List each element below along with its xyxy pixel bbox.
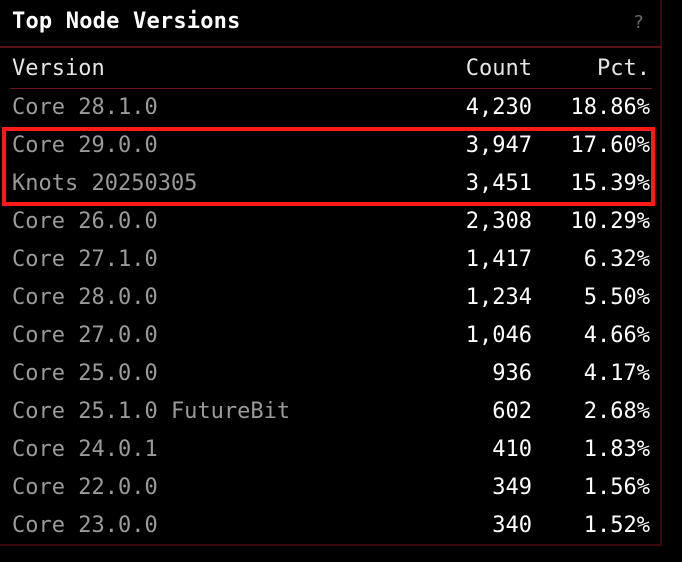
- count-cell: 4,230: [465, 95, 532, 120]
- version-cell: Core 27.0.0: [12, 323, 158, 348]
- count-cell: 602: [492, 399, 532, 424]
- column-header-count[interactable]: Count: [412, 50, 532, 89]
- panel-header: Top Node Versions ?: [0, 0, 662, 48]
- table-row[interactable]: Core 22.0.0 349 1.56%: [10, 469, 652, 507]
- table-row[interactable]: Core 28.0.0 1,234 5.50%: [10, 279, 652, 317]
- version-cell: Knots 20250305: [12, 171, 198, 196]
- version-cell: Core 25.1.0 FutureBit: [12, 399, 291, 424]
- version-cell: Core 28.0.0: [12, 285, 158, 310]
- versions-table: Version Count Pct. Core 28.1.0 4,230 18.86…: [10, 50, 652, 545]
- count-cell: 1,417: [465, 247, 532, 272]
- count-cell: 349: [492, 475, 532, 500]
- version-cell: Core 25.0.0: [12, 361, 158, 386]
- table-row[interactable]: Core 26.0.0 2,308 10.29%: [10, 203, 652, 241]
- table-row[interactable]: Core 27.0.0 1,046 4.66%: [10, 317, 652, 355]
- table-row[interactable]: Core 23.0.0 340 1.52%: [10, 507, 652, 545]
- pct-cell: 4.17%: [583, 361, 650, 386]
- version-cell: Core 28.1.0: [12, 95, 158, 120]
- question-mark-icon[interactable]: ?: [633, 12, 644, 33]
- version-cell: Core 27.1.0: [12, 247, 158, 272]
- pct-cell: 1.83%: [583, 437, 650, 462]
- panel-title: Top Node Versions: [12, 9, 241, 34]
- column-header-pct[interactable]: Pct.: [532, 50, 652, 89]
- table-row[interactable]: Core 29.0.0 3,947 17.60%: [10, 127, 652, 165]
- pct-cell: 6.32%: [583, 247, 650, 272]
- version-cell: Core 26.0.0: [12, 209, 158, 234]
- table-row[interactable]: Core 28.1.0 4,230 18.86%: [10, 89, 652, 128]
- version-cell: Core 22.0.0: [12, 475, 158, 500]
- pct-cell: 1.56%: [583, 475, 650, 500]
- version-cell: Core 24.0.1: [12, 437, 158, 462]
- pct-cell: 17.60%: [570, 133, 650, 158]
- column-header-version[interactable]: Version: [10, 50, 412, 89]
- pct-cell: 1.52%: [583, 513, 650, 538]
- count-cell: 410: [492, 437, 532, 462]
- table-header: Version Count Pct.: [10, 50, 652, 89]
- pct-cell: 10.29%: [570, 209, 650, 234]
- table-row[interactable]: Core 24.0.1 410 1.83%: [10, 431, 652, 469]
- pct-cell: 5.50%: [583, 285, 650, 310]
- table-row[interactable]: Core 25.0.0 936 4.17%: [10, 355, 652, 393]
- count-cell: 1,046: [465, 323, 532, 348]
- count-cell: 2,308: [465, 209, 532, 234]
- pct-cell: 4.66%: [583, 323, 650, 348]
- table-row[interactable]: Core 25.1.0 FutureBit 602 2.68%: [10, 393, 652, 431]
- header-row: Version Count Pct.: [10, 50, 652, 89]
- table-row[interactable]: Core 27.1.0 1,417 6.32%: [10, 241, 652, 279]
- version-cell: Core 29.0.0: [12, 133, 158, 158]
- version-cell: Core 23.0.0: [12, 513, 158, 538]
- pct-cell: 2.68%: [583, 399, 650, 424]
- top-node-versions-panel: Top Node Versions ? Version Count Pct. C…: [0, 0, 662, 546]
- count-cell: 936: [492, 361, 532, 386]
- count-cell: 3,451: [465, 171, 532, 196]
- pct-cell: 15.39%: [570, 171, 650, 196]
- table-row[interactable]: Knots 20250305 3,451 15.39%: [10, 165, 652, 203]
- table-body: Core 28.1.0 4,230 18.86% Core 29.0.0 3,947 17…: [10, 89, 652, 546]
- count-cell: 3,947: [465, 133, 532, 158]
- pct-cell: 18.86%: [570, 95, 650, 120]
- count-cell: 1,234: [465, 285, 532, 310]
- count-cell: 340: [492, 513, 532, 538]
